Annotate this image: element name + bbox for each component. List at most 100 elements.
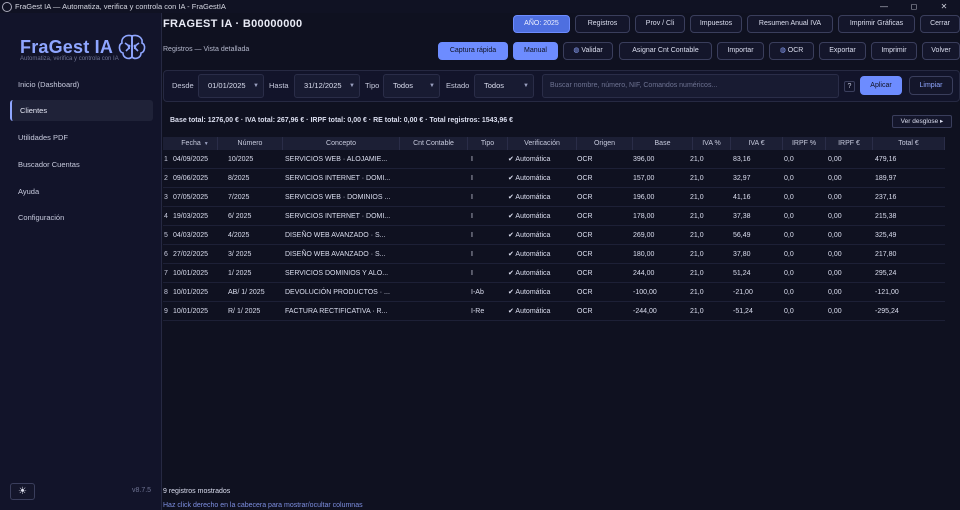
vertical-scrollbar[interactable] (946, 137, 960, 477)
brand-name: FraGest IA (20, 36, 114, 57)
maximize-button[interactable]: ◻ (900, 0, 928, 13)
desde-date-select[interactable]: 01/01/2025 ▼ (198, 74, 264, 98)
ocr-label: OCR (787, 47, 804, 54)
sidebar-item-configuracion[interactable]: Configuración (10, 207, 153, 228)
sidebar-item-utilidades-pdf[interactable]: Utilidades PDF (10, 127, 153, 148)
column-header-label: Tipo (480, 140, 495, 147)
column-header-total-[interactable]: Total € (873, 137, 945, 150)
cell-verificaci-n: ✔ Automática (508, 251, 551, 258)
limpiar-button[interactable]: Limpiar (909, 76, 953, 95)
column-header-iva-[interactable]: IVA % (693, 137, 731, 150)
totals-summary: Base total: 1276,00 € · IVA total: 267,9… (170, 117, 513, 124)
cell-base: -244,00 (633, 308, 657, 315)
cell-n-mero: 7/2025 (228, 194, 250, 201)
cell-concepto: SERVICIOS DOMINIOS Y ALO... (285, 270, 389, 277)
column-header-irpf-[interactable]: IRPF % (783, 137, 826, 150)
close-window-button[interactable]: ✕ (930, 0, 958, 13)
tipo-select[interactable]: Todos ▼ (383, 74, 440, 98)
sidebar-item-buscador-cuentas[interactable]: Buscador Cuentas (10, 154, 153, 175)
cell-concepto: DISEÑO WEB AVANZADO · S... (285, 232, 386, 239)
cell-verificaci-n: ✔ Automática (508, 308, 551, 315)
column-header-label: Fecha (181, 140, 201, 147)
table-row[interactable]: 8 10/01/2025 AB/ 1/ 2025 DEVOLUCIÓN PRODUCT… (163, 283, 945, 302)
row-number: 6 (164, 251, 168, 258)
cerrar-button[interactable]: Cerrar (920, 15, 960, 33)
cell-iva-: 41,16 (733, 194, 751, 201)
cell-origen: OCR (577, 251, 593, 258)
registros-button[interactable]: Registros (575, 15, 630, 33)
importar-button[interactable]: Importar (717, 42, 764, 60)
cell-tipo: I (471, 175, 473, 182)
ver-desglose-button[interactable]: Ver desglose ▸ (892, 115, 952, 128)
resumen-anual-iva-button[interactable]: Resumen Anual IVA (747, 15, 833, 33)
column-header-n-mero[interactable]: Número (218, 137, 283, 150)
sidebar-item-dashboard[interactable]: Inicio (Dashboard) (10, 74, 153, 95)
impuestos-button[interactable]: Impuestos (690, 15, 742, 33)
column-header-verificaci-n[interactable]: Verificación (508, 137, 577, 150)
estado-select[interactable]: Todos ▼ (474, 74, 534, 98)
cell-base: 178,00 (633, 213, 655, 220)
table-row[interactable]: 6 27/02/2025 3/ 2025 DISEÑO WEB AVANZADO · … (163, 245, 945, 264)
column-header-cnt-contable[interactable]: Cnt Contable (400, 137, 468, 150)
imprimir-graficas-button[interactable]: Imprimir Gráficas (838, 15, 915, 33)
cell-fecha: 27/02/2025 (173, 251, 209, 258)
captura-rapida-button[interactable]: Captura rápida (438, 42, 508, 60)
desde-value: 01/01/2025 (208, 81, 246, 90)
table-row[interactable]: 3 07/05/2025 7/2025 SERVICIOS WEB · DOMINIO… (163, 188, 945, 207)
cell-n-mero: 3/ 2025 (228, 251, 252, 258)
column-header-tipo[interactable]: Tipo (468, 137, 508, 150)
column-header-irpf-[interactable]: IRPF € (826, 137, 873, 150)
column-header-iva-[interactable]: IVA € (731, 137, 783, 150)
cell-iva-: 21,0 (690, 175, 704, 182)
imprimir-button[interactable]: Imprimir (871, 42, 917, 60)
help-button[interactable]: ? (844, 81, 855, 92)
prov-cli-button[interactable]: Prov / Cli (635, 15, 685, 33)
sidebar-item-ayuda[interactable]: Ayuda (10, 181, 153, 202)
cell-verificaci-n: ✔ Automática (508, 270, 551, 277)
table-row[interactable]: 1 04/09/2025 10/2025 SERVICIOS WEB · ALOJAM… (163, 150, 945, 169)
cell-tipo: I (471, 270, 473, 277)
volver-button[interactable]: Volver (922, 42, 960, 60)
table-row[interactable]: 4 19/03/2025 6/ 2025 SERVICIOS INTERNET · D… (163, 207, 945, 226)
cell-iva-: 51,24 (733, 270, 751, 277)
cell-irpf-: 0,0 (784, 213, 794, 220)
cell-tipo: I-Ab (471, 289, 484, 296)
aplicar-button[interactable]: Aplicar (860, 76, 902, 95)
cell-base: -100,00 (633, 289, 657, 296)
cell-concepto: SERVICIOS INTERNET · DOMI... (285, 175, 391, 182)
window-titlebar: FraGest IA — Automatiza, verifica y cont… (0, 0, 960, 13)
table-row[interactable]: 5 04/03/2025 4/2025 DISEÑO WEB AVANZADO · S… (163, 226, 945, 245)
row-number: 1 (164, 156, 168, 163)
estado-label: Estado (446, 81, 470, 90)
column-header-concepto[interactable]: Concepto (283, 137, 400, 150)
table-row[interactable]: 7 10/01/2025 1/ 2025 SERVICIOS DOMINIOS Y A… (163, 264, 945, 283)
hasta-date-select[interactable]: 31/12/2025 ▼ (294, 74, 360, 98)
cell-total-: 237,16 (875, 194, 897, 201)
table-row[interactable]: 2 09/06/2025 8/2025 SERVICIOS INTERNET · DO… (163, 169, 945, 188)
year-button[interactable]: AÑO: 2025 (513, 15, 570, 33)
column-header-fecha[interactable]: Fecha ▼ (173, 137, 218, 150)
cell-origen: OCR (577, 289, 593, 296)
cell-irpf-: 0,00 (828, 251, 842, 258)
record-count: 9 registros mostrados (163, 488, 231, 495)
manual-button[interactable]: Manual (513, 42, 558, 60)
column-header-origen[interactable]: Origen (577, 137, 633, 150)
column-header-label: IRPF % (791, 140, 817, 147)
cell-base: 244,00 (633, 270, 655, 277)
ocr-button[interactable]: ◍ OCR (769, 42, 814, 60)
asignar-cnt-contable-button[interactable]: Asignar Cnt Contable (619, 42, 712, 60)
cell-irpf-: 0,00 (828, 289, 842, 296)
cell-tipo: I (471, 213, 473, 220)
sidebar-item-clientes[interactable]: Clientes (10, 100, 153, 121)
table-row[interactable]: 9 10/01/2025 R/ 1/ 2025 FACTURA RECTIFICATI… (163, 302, 945, 321)
search-input[interactable]: Buscar nombre, número, NIF, Comandos num… (542, 74, 839, 98)
validar-button[interactable]: ◍ Validar (563, 42, 613, 60)
exportar-button[interactable]: Exportar (819, 42, 866, 60)
theme-toggle-button[interactable]: ☀ (10, 483, 35, 500)
cell-verificaci-n: ✔ Automática (508, 289, 551, 296)
minimize-button[interactable]: — (870, 0, 898, 13)
cell-irpf-: 0,00 (828, 232, 842, 239)
column-header-base[interactable]: Base (633, 137, 693, 150)
cell-origen: OCR (577, 194, 593, 201)
cell-origen: OCR (577, 232, 593, 239)
